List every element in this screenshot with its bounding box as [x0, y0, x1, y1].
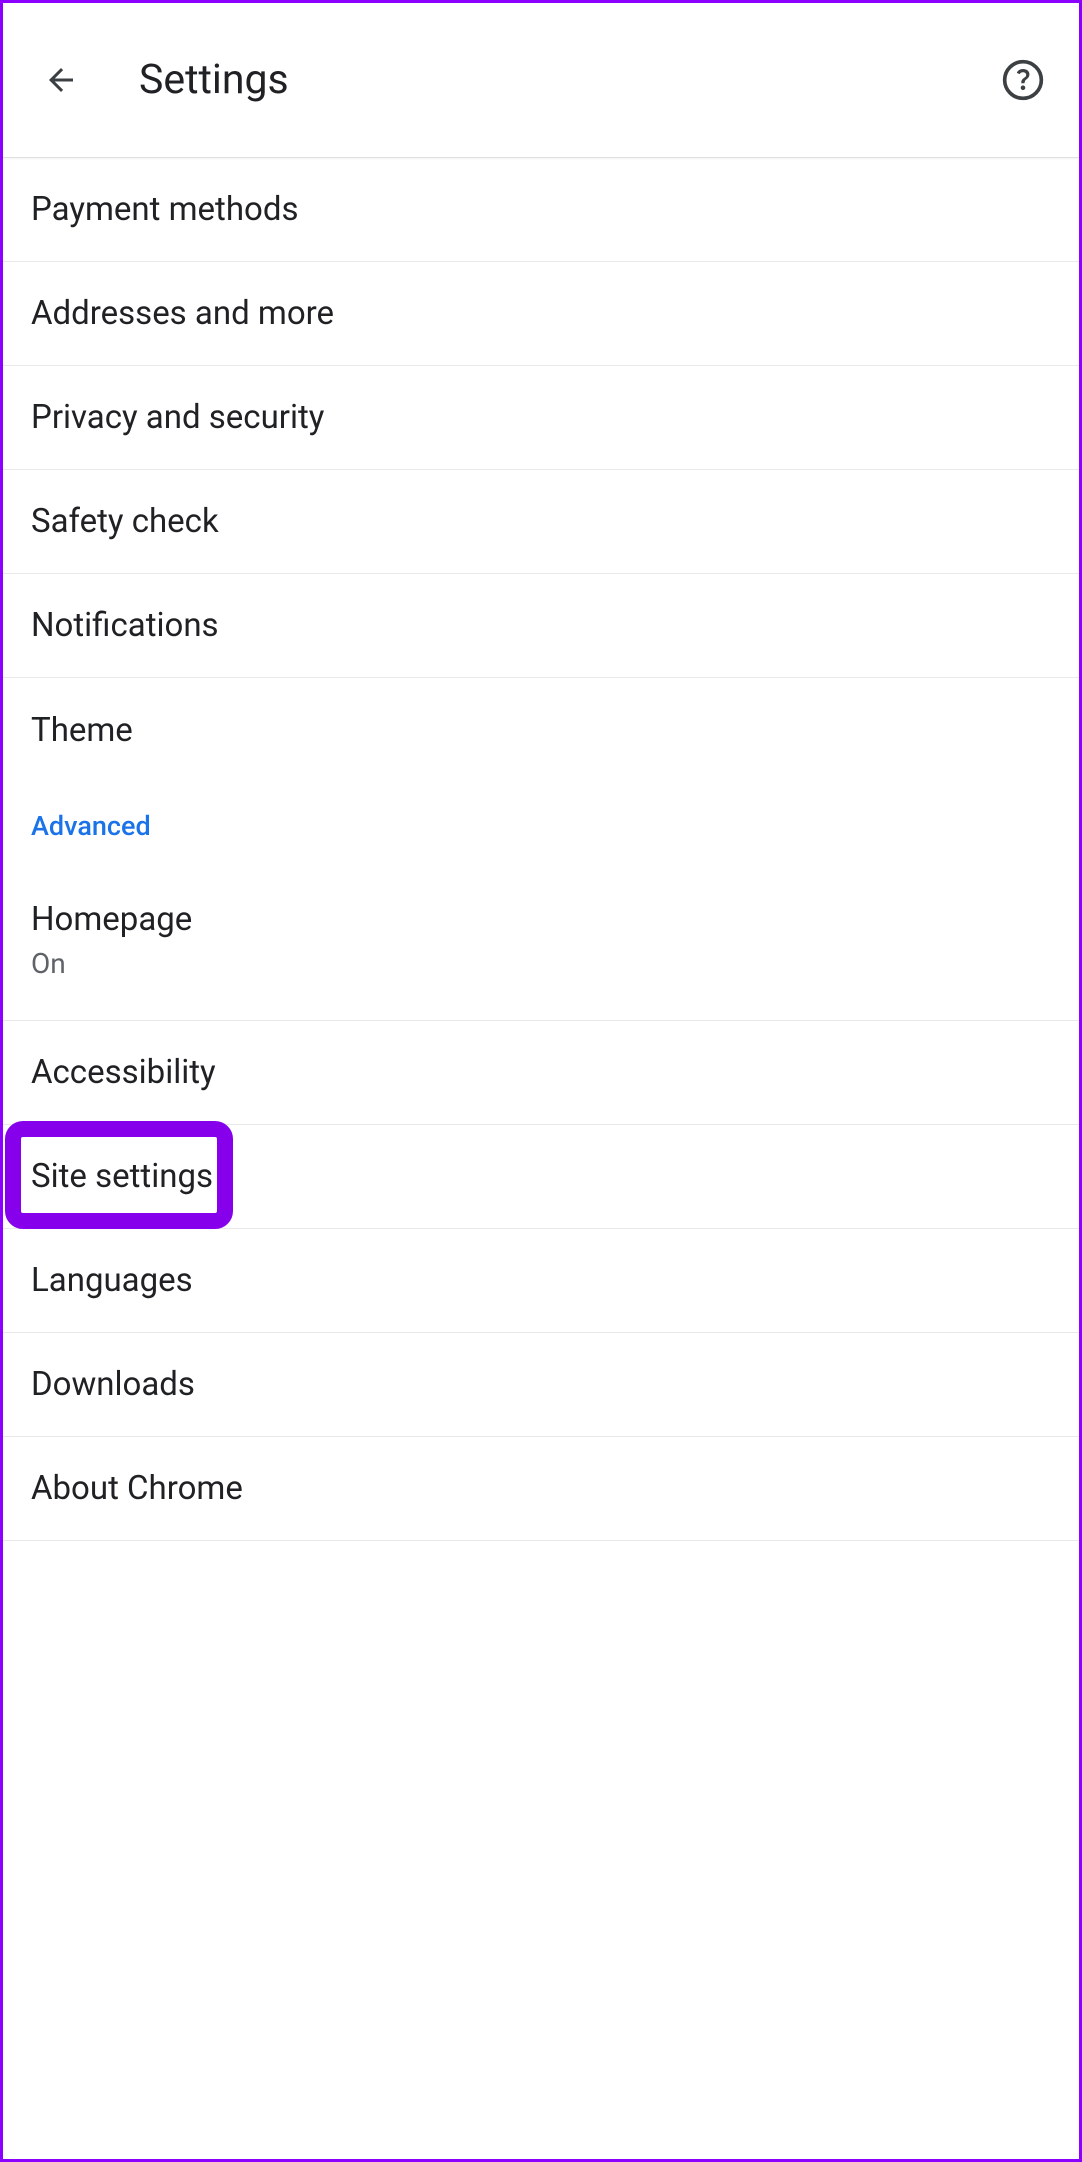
settings-item-notifications[interactable]: Notifications — [3, 574, 1079, 678]
settings-header: Settings — [3, 3, 1079, 158]
settings-item-languages[interactable]: Languages — [3, 1229, 1079, 1333]
item-label: Payment methods — [31, 190, 1051, 229]
arrow-left-icon — [43, 62, 79, 98]
help-icon — [1001, 58, 1045, 102]
item-label: Privacy and security — [31, 398, 1051, 437]
advanced-section-header: Advanced — [3, 782, 1079, 860]
item-label: Homepage — [31, 900, 1051, 939]
settings-item-safety-check[interactable]: Safety check — [3, 470, 1079, 574]
settings-item-downloads[interactable]: Downloads — [3, 1333, 1079, 1437]
settings-item-homepage[interactable]: Homepage On — [3, 860, 1079, 1021]
item-label: About Chrome — [31, 1469, 1051, 1508]
settings-item-privacy[interactable]: Privacy and security — [3, 366, 1079, 470]
back-button[interactable] — [31, 50, 91, 110]
settings-item-about-chrome[interactable]: About Chrome — [3, 1437, 1079, 1541]
settings-item-site-settings[interactable]: Site settings — [3, 1125, 1079, 1229]
item-label: Accessibility — [31, 1053, 1051, 1092]
item-label: Notifications — [31, 606, 1051, 645]
item-label: Theme — [31, 711, 1051, 750]
item-label: Site settings — [31, 1157, 1051, 1196]
item-label: Addresses and more — [31, 294, 1051, 333]
item-label: Languages — [31, 1261, 1051, 1300]
page-title: Settings — [139, 56, 995, 104]
settings-item-theme[interactable]: Theme — [3, 678, 1079, 782]
settings-item-addresses[interactable]: Addresses and more — [3, 262, 1079, 366]
settings-item-accessibility[interactable]: Accessibility — [3, 1021, 1079, 1125]
help-button[interactable] — [995, 52, 1051, 108]
item-sublabel: On — [31, 947, 1051, 980]
settings-item-payment-methods[interactable]: Payment methods — [3, 158, 1079, 262]
item-label: Safety check — [31, 502, 1051, 541]
item-label: Downloads — [31, 1365, 1051, 1404]
